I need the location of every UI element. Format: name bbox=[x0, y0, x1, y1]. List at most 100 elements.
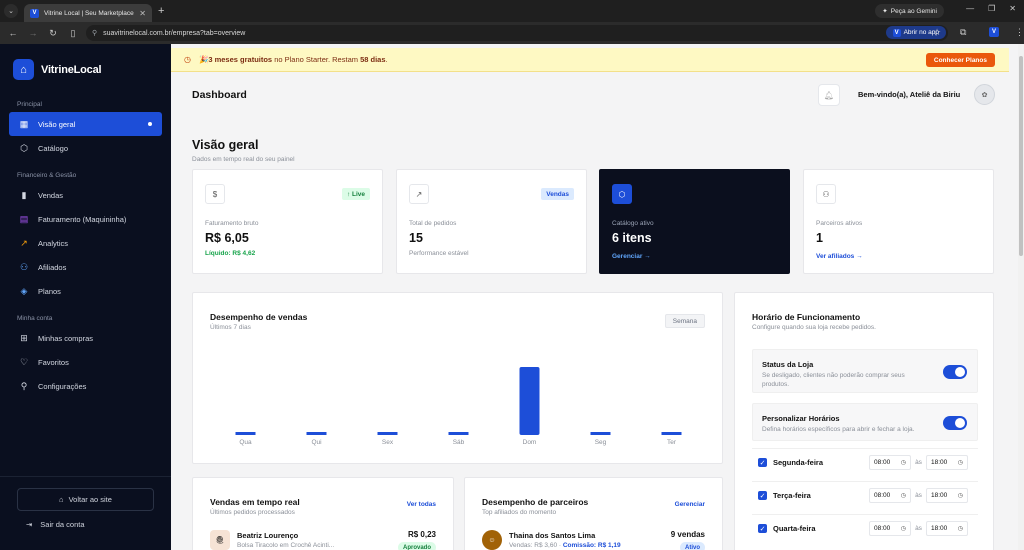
store-status-desc: Se desligado, clientes não poderão compr… bbox=[762, 372, 905, 388]
close-time-input[interactable]: 18:00 ◷ bbox=[926, 455, 968, 470]
bell-icon[interactable]: 🔔︎ bbox=[818, 84, 840, 106]
chart-bar-4[interactable] bbox=[519, 367, 540, 435]
partner-sales: Vendas: R$ 3,60 bbox=[509, 542, 558, 549]
extensions-icon[interactable]: ⧉ bbox=[960, 27, 966, 38]
open-time: 08:00 bbox=[874, 525, 891, 532]
opening-hours-card: Horário de Funcionamento Configure quand… bbox=[734, 292, 994, 550]
sidebar-item-label: Afiliados bbox=[38, 262, 67, 272]
close-window-icon[interactable]: ✕ bbox=[1009, 4, 1016, 13]
clock-icon: ◷ bbox=[900, 526, 906, 532]
extension-vitrine-icon[interactable]: V bbox=[989, 27, 999, 37]
store-status-toggle[interactable] bbox=[943, 365, 967, 379]
product-thumbnail: 🧶︎ bbox=[210, 530, 230, 550]
realtime-title: Vendas em tempo real bbox=[210, 497, 300, 507]
chart-bar-5[interactable] bbox=[590, 432, 611, 435]
sidebar-item-label: Favoritos bbox=[38, 357, 69, 367]
sidebar-item-favorites[interactable]: ♡ Favoritos bbox=[9, 350, 162, 374]
checkbox-icon[interactable]: ✓ bbox=[758, 491, 767, 500]
stat-card-catalog: ⬡ Catálogo ativo 6 itens Gerenciar → bbox=[599, 169, 790, 274]
checkbox-icon[interactable]: ✓ bbox=[758, 458, 767, 467]
partners-title: Desempenho de parceiros bbox=[482, 497, 589, 507]
view-all-link[interactable]: Ver todas bbox=[407, 501, 436, 508]
visit-store-button[interactable]: ⌂ Voltar ao site bbox=[17, 488, 154, 511]
close-time-input[interactable]: 18:00 ◷ bbox=[926, 488, 968, 503]
stat-value: 15 bbox=[409, 231, 423, 245]
sidebar-item-sales[interactable]: ▮ Vendas bbox=[9, 183, 162, 207]
live-badge: ↑ Live bbox=[341, 188, 370, 200]
box-icon: ⬡ bbox=[612, 184, 632, 204]
chart-tick-label-5: Seg bbox=[595, 439, 607, 446]
sales-bar-chart: Qua Qui Sex Sáb Dom Seg Ter bbox=[235, 367, 682, 446]
tab-search-icon[interactable]: ⌄ bbox=[4, 4, 18, 18]
chart-bar-2[interactable] bbox=[377, 432, 398, 435]
section-principal: Principal bbox=[17, 101, 42, 108]
forward-icon[interactable]: → bbox=[26, 28, 40, 38]
partner-avatar: ☺ bbox=[482, 530, 502, 550]
trend-icon: ↗ bbox=[409, 184, 429, 204]
checkbox-icon[interactable]: ✓ bbox=[758, 524, 767, 533]
custom-hours-row: Personalizar Horários Defina horários es… bbox=[752, 403, 978, 441]
open-time-input[interactable]: 08:00 ◷ bbox=[869, 488, 911, 503]
visit-store-label: Voltar ao site bbox=[68, 495, 112, 504]
logout-button[interactable]: ⇥ Sair da conta bbox=[26, 520, 85, 529]
section-minha-conta: Minha conta bbox=[17, 315, 53, 322]
open-time: 08:00 bbox=[874, 492, 891, 499]
scrollbar-thumb[interactable] bbox=[1019, 56, 1023, 256]
partner-commission: Comissão: R$ 1,19 bbox=[562, 542, 621, 549]
app-icon: V bbox=[892, 28, 901, 37]
minimize-icon[interactable]: — bbox=[966, 4, 974, 13]
brand[interactable]: ⌂ VitrineLocal bbox=[0, 44, 171, 80]
chart-bar-1[interactable] bbox=[306, 432, 327, 435]
sidebar-item-purchases[interactable]: ⊞ Minhas compras bbox=[9, 326, 162, 350]
trend-icon: ↗ bbox=[20, 237, 28, 248]
sidebar-item-billing[interactable]: ▤ Faturamento (Maquininha) bbox=[9, 207, 162, 231]
sidebar-item-settings[interactable]: ⚲ Configurações bbox=[9, 374, 162, 398]
day-row-monday: ✓ Segunda-feira 08:00 ◷ às 18:00 ◷ bbox=[752, 448, 978, 476]
chart-bar-0[interactable] bbox=[235, 432, 256, 435]
realtime-sales-card: Vendas em tempo real Últimos pedidos pro… bbox=[192, 477, 454, 550]
chart-bar-3[interactable] bbox=[448, 432, 469, 435]
browser-tab[interactable]: V Vitrine Local | Seu Marketplace ✕ bbox=[24, 4, 152, 22]
close-tab-icon[interactable]: ✕ bbox=[139, 9, 146, 18]
open-time-input[interactable]: 08:00 ◷ bbox=[869, 455, 911, 470]
back-icon[interactable]: ← bbox=[6, 28, 20, 38]
sidebar-item-plans[interactable]: ◈ Planos bbox=[9, 279, 162, 303]
browser-window: ⌄ V Vitrine Local | Seu Marketplace ✕ + … bbox=[0, 0, 1024, 550]
gemini-button[interactable]: ✦ Peça ao Gemini bbox=[875, 4, 944, 18]
sidebar-item-catalog[interactable]: ⬡ Catálogo bbox=[9, 136, 162, 160]
sidebar-item-affiliates[interactable]: ⚇ Afiliados bbox=[9, 255, 162, 279]
day-name: Terça-feira bbox=[773, 491, 811, 500]
split-view-icon[interactable]: ▯ bbox=[66, 28, 80, 39]
maximize-icon[interactable]: ❐ bbox=[988, 4, 995, 13]
custom-hours-toggle[interactable] bbox=[943, 416, 967, 430]
favicon-icon: V bbox=[30, 8, 39, 18]
see-plans-button[interactable]: Conhecer Planos bbox=[925, 53, 995, 67]
customer-name: Beatriz Lourenço bbox=[237, 531, 299, 540]
sparkle-icon: ✦ bbox=[882, 8, 888, 15]
manage-partners-link[interactable]: Gerenciar bbox=[675, 501, 705, 508]
chart-tick-label-2: Sex bbox=[382, 439, 394, 446]
stat-label: Faturamento bruto bbox=[205, 220, 259, 227]
view-affiliates-link[interactable]: Ver afiliados → bbox=[816, 253, 863, 260]
close-time-input[interactable]: 18:00 ◷ bbox=[926, 521, 968, 536]
page-scrollbar[interactable] bbox=[1018, 44, 1024, 550]
stat-value: 1 bbox=[816, 231, 823, 245]
sidebar-item-analytics[interactable]: ↗ Analytics bbox=[9, 231, 162, 255]
open-time-input[interactable]: 08:00 ◷ bbox=[869, 521, 911, 536]
manage-catalog-link[interactable]: Gerenciar → bbox=[612, 253, 651, 260]
chart-bar-6[interactable] bbox=[661, 432, 682, 435]
reload-icon[interactable]: ↻ bbox=[46, 28, 60, 39]
sidebar-item-overview[interactable]: ▦ Visão geral bbox=[9, 112, 162, 136]
url-field[interactable]: ⚲ suavitrinelocal.com.br/empresa?tab=ove… bbox=[86, 25, 948, 41]
partners-subtitle: Top afiliados do momento bbox=[482, 509, 557, 516]
stat-sub: Líquido: R$ 4,62 bbox=[205, 250, 256, 257]
menu-icon[interactable]: ⋮ bbox=[1015, 27, 1024, 38]
status-badge: Aprovado bbox=[397, 542, 436, 550]
bookmark-this-icon[interactable]: ☆ bbox=[933, 27, 941, 38]
sales-badge: Vendas bbox=[541, 188, 574, 200]
avatar[interactable]: ✿ bbox=[974, 84, 995, 105]
site-info-icon[interactable]: ⚲ bbox=[92, 29, 97, 37]
receipt-icon: ▤ bbox=[19, 213, 29, 224]
new-tab-icon[interactable]: + bbox=[158, 5, 164, 17]
sidebar-item-label: Vendas bbox=[38, 190, 64, 200]
